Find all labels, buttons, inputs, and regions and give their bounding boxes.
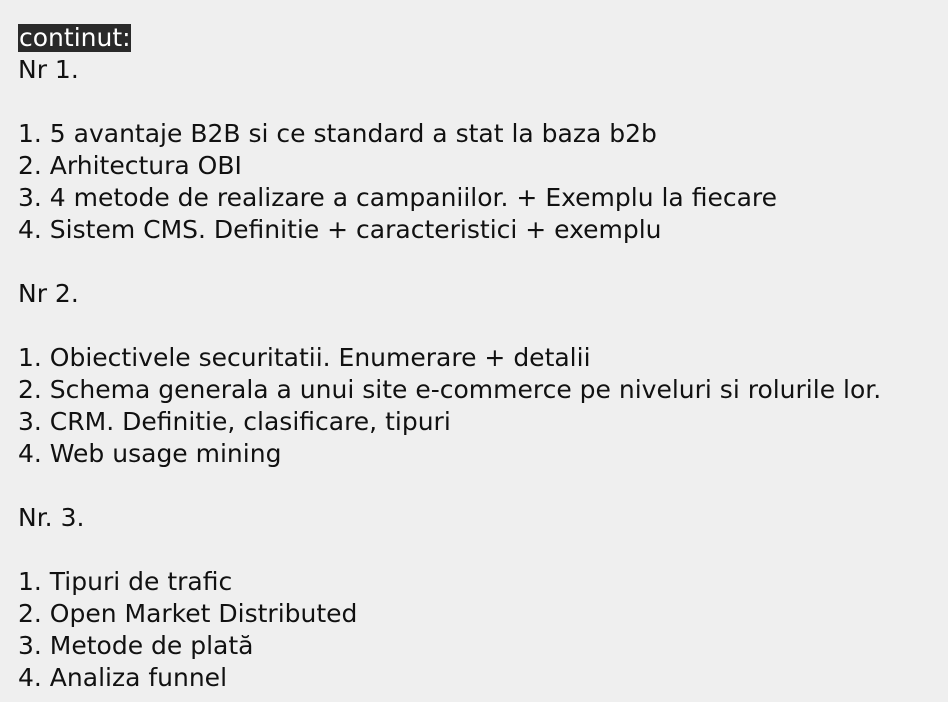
- list-item: 4. Sistem CMS. Definitie + caracteristic…: [18, 215, 662, 244]
- section-title-3: Nr. 3.: [18, 503, 85, 532]
- list-item: 1. Obiectivele securitatii. Enumerare + …: [18, 343, 591, 372]
- list-item: 3. Metode de plată: [18, 631, 254, 660]
- list-item: 1. 5 avantaje B2B si ce standard a stat …: [18, 119, 657, 148]
- list-item: 1. Tipuri de trafic: [18, 567, 233, 596]
- list-item: 3. CRM. Definitie, clasificare, tipuri: [18, 407, 451, 436]
- heading-row: continut:: [18, 22, 930, 54]
- section-title-1: Nr 1.: [18, 55, 79, 84]
- section-title-2: Nr 2.: [18, 279, 79, 308]
- list-item: 4. Web usage mining: [18, 439, 282, 468]
- list-item: 2. Arhitectura OBI: [18, 151, 242, 180]
- list-item: 3. 4 metode de realizare a campaniilor. …: [18, 183, 777, 212]
- document-body: continut: Nr 1. 1. 5 avantaje B2B si ce …: [0, 0, 948, 702]
- list-item: 2. Open Market Distributed: [18, 599, 358, 628]
- list-item: 2. Schema generala a unui site e-commerc…: [18, 375, 882, 404]
- list-item: 4. Analiza funnel: [18, 663, 228, 692]
- document-heading: continut:: [18, 23, 131, 52]
